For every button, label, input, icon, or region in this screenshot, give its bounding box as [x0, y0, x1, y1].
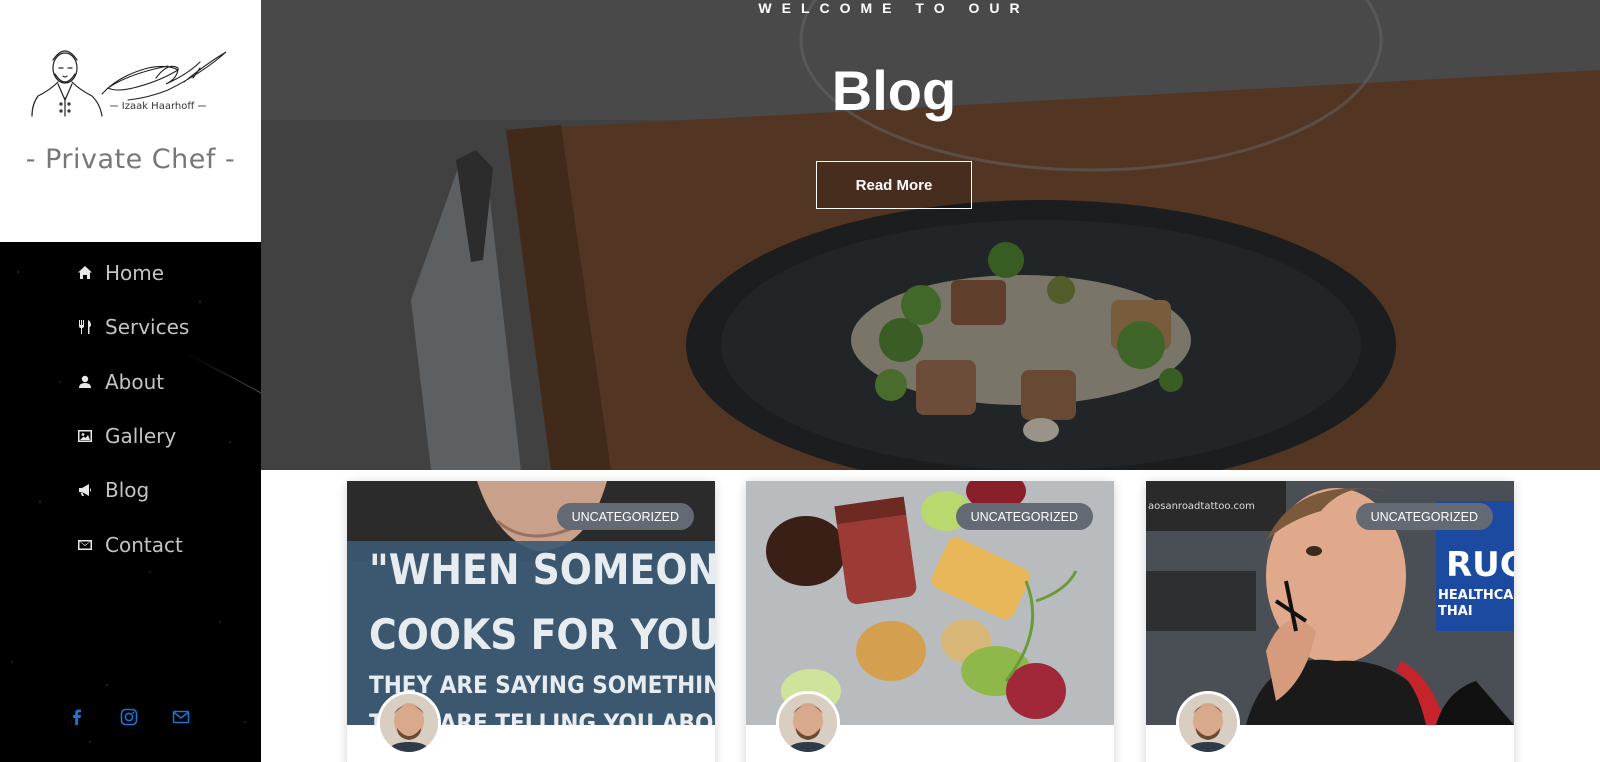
nav-label: Blog: [105, 478, 150, 503]
sign-text: aosanroadtattoo.com: [1148, 501, 1255, 512]
hero-title: Blog: [831, 59, 957, 122]
nav-label: Gallery: [105, 424, 177, 449]
author-avatar[interactable]: [377, 691, 441, 755]
nav-label: Home: [105, 261, 165, 286]
chef-portrait-icon: Izaak Haarhoff: [31, 50, 227, 117]
person-icon: [77, 374, 93, 390]
category-badge[interactable]: UNCATEGORIZED: [955, 503, 1093, 530]
quote-line-2: COOKS FOR YOU,: [369, 610, 715, 659]
brand-header: Izaak Haarhoff - Private Chef -: [0, 0, 261, 242]
read-more-button[interactable]: Read More: [816, 161, 972, 209]
blog-post-card[interactable]: aosanroadtattoo.com RUG HEALTHCAR THAI U…: [1146, 481, 1514, 762]
main-nav: Home Services About Gallery Blog Contact: [0, 242, 261, 762]
nav-label: Contact: [105, 532, 183, 557]
image-icon: [77, 428, 93, 444]
quote-line-1: "WHEN SOMEONE: [369, 545, 715, 594]
nav-item-blog[interactable]: Blog: [77, 463, 189, 517]
author-face: [779, 694, 837, 752]
blog-post-card[interactable]: "WHEN SOMEONE COOKS FOR YOU, THEY ARE SA…: [347, 481, 715, 762]
nav-item-services[interactable]: Services: [77, 300, 189, 354]
author-face: [380, 694, 438, 752]
nav-item-about[interactable]: About: [77, 355, 189, 409]
sign-text-large: RUG: [1446, 545, 1514, 585]
category-badge[interactable]: UNCATEGORIZED: [1355, 503, 1493, 530]
blog-post-card[interactable]: UNCATEGORIZED: [746, 481, 1114, 762]
sidebar: Izaak Haarhoff - Private Chef - Home Ser…: [0, 0, 261, 762]
home-icon: [77, 265, 93, 281]
site-title[interactable]: - Private Chef -: [0, 144, 261, 175]
nav-item-gallery[interactable]: Gallery: [77, 409, 189, 463]
sign-text-health: HEALTHCAR: [1438, 588, 1514, 603]
hero-kicker: WELCOME TO OUR: [758, 0, 1030, 16]
facebook-icon[interactable]: [67, 706, 87, 728]
nav-label: About: [105, 369, 165, 394]
signature-text: Izaak Haarhoff: [122, 101, 196, 112]
megaphone-icon: [77, 482, 93, 498]
category-badge[interactable]: UNCATEGORIZED: [556, 503, 694, 530]
hero-banner: WELCOME TO OUR Blog Read More: [261, 0, 1600, 470]
chef-signature-logo[interactable]: Izaak Haarhoff: [28, 38, 233, 120]
utensils-icon: [77, 319, 93, 335]
social-links: [67, 706, 191, 728]
mail-icon[interactable]: [171, 706, 191, 728]
nav-item-home[interactable]: Home: [77, 246, 189, 300]
nav-item-contact[interactable]: Contact: [77, 517, 189, 571]
author-avatar[interactable]: [1176, 691, 1240, 755]
instagram-icon[interactable]: [119, 706, 139, 728]
sign-text-thai: THAI: [1438, 604, 1473, 619]
author-face: [1179, 694, 1237, 752]
envelope-icon: [77, 537, 93, 553]
nav-label: Services: [105, 315, 190, 340]
author-avatar[interactable]: [776, 691, 840, 755]
